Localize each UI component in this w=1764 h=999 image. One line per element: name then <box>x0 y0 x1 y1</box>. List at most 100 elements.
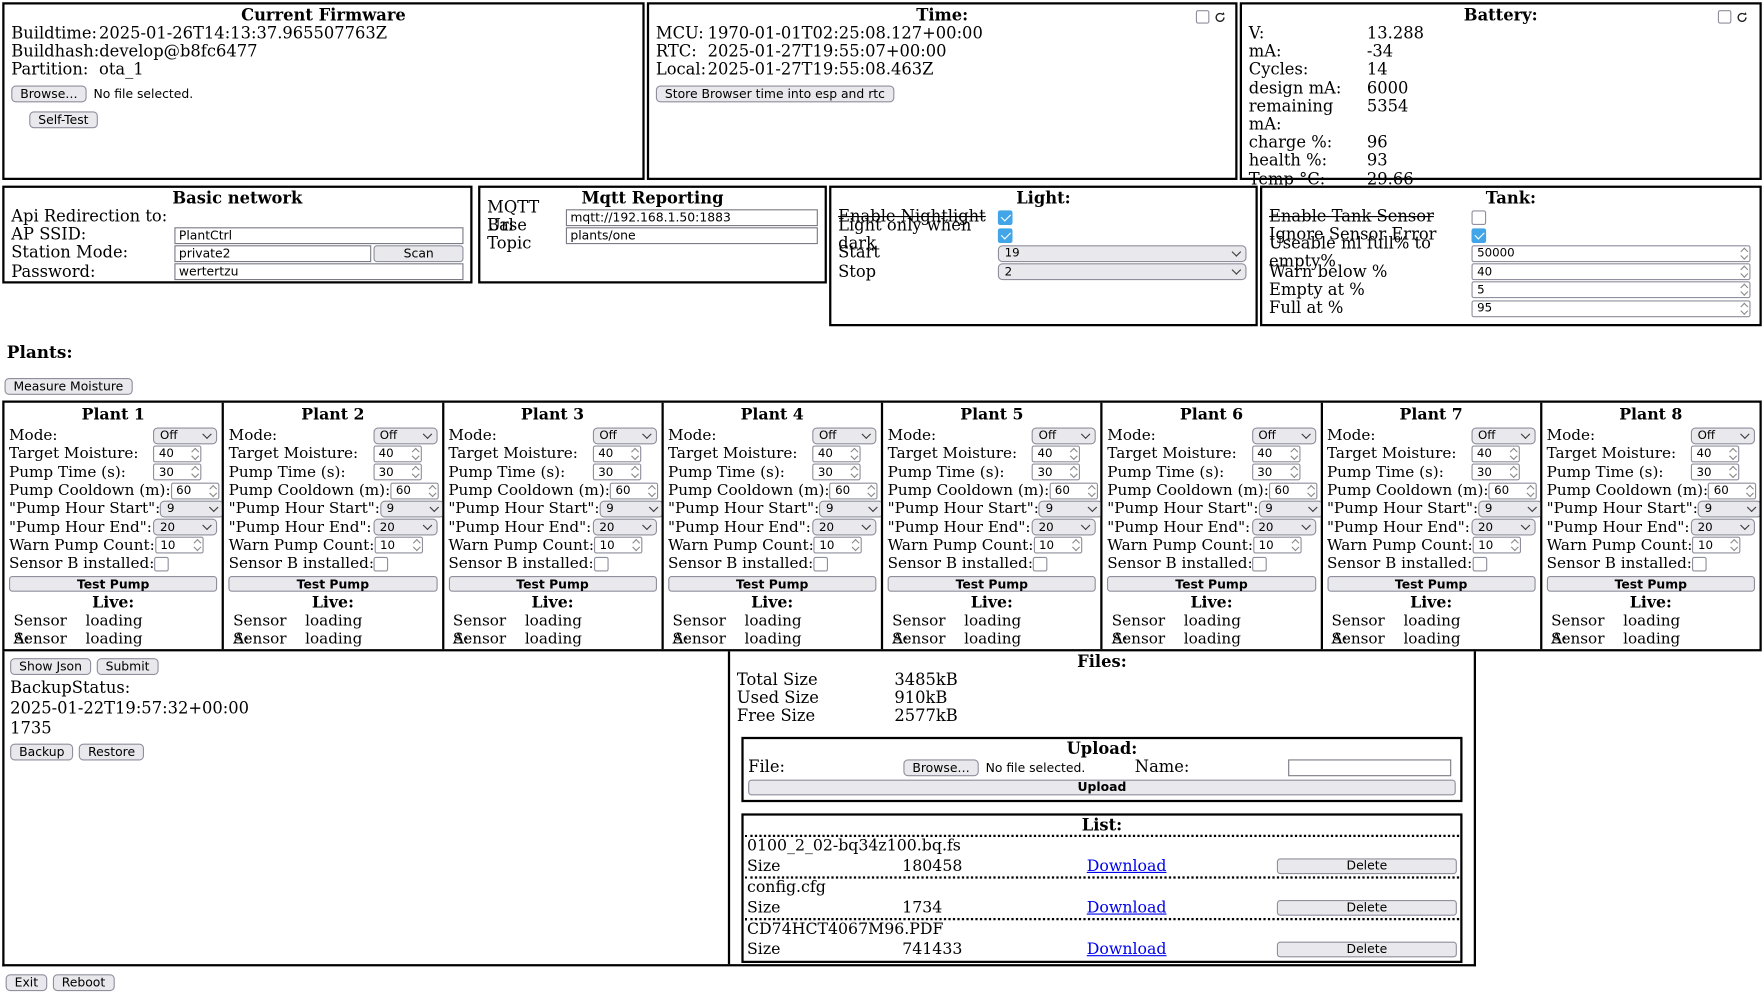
warn-pump-count-input[interactable]: 10 <box>155 537 203 554</box>
spinner-icon[interactable] <box>1511 449 1517 459</box>
pump-hour-end-select[interactable]: 20 <box>593 519 657 536</box>
target-moisture-input[interactable]: 40 <box>373 445 421 462</box>
spinner-icon[interactable] <box>1732 540 1738 550</box>
mqtt-url-input[interactable]: mqtt://192.168.1.50:1883 <box>566 209 818 226</box>
nightlight-checkbox[interactable] <box>998 210 1013 225</box>
target-moisture-input[interactable]: 40 <box>812 445 860 462</box>
pump-hour-end-select[interactable]: 20 <box>1032 519 1096 536</box>
pump-cooldown-input[interactable]: 60 <box>171 482 219 499</box>
ap-ssid-input[interactable]: PlantCtrl <box>174 227 463 244</box>
pump-time-input[interactable]: 30 <box>812 464 860 481</box>
target-moisture-input[interactable]: 40 <box>1691 445 1739 462</box>
spinner-icon[interactable] <box>852 467 858 477</box>
spinner-icon[interactable] <box>632 449 638 459</box>
mode-select[interactable]: Off <box>153 427 217 444</box>
pump-hour-end-select[interactable]: 20 <box>1252 519 1316 536</box>
download-link[interactable]: Download <box>1087 857 1167 875</box>
warn-pump-count-input[interactable]: 10 <box>1473 537 1521 554</box>
warn-pump-count-input[interactable]: 10 <box>374 537 422 554</box>
spinner-icon[interactable] <box>1308 485 1314 495</box>
upload-name-input[interactable] <box>1288 759 1451 776</box>
sensor-b-installed-checkbox[interactable] <box>594 557 609 572</box>
pump-hour-end-select[interactable]: 20 <box>1691 519 1755 536</box>
pump-hour-start-select[interactable]: 9 <box>380 500 444 517</box>
pump-cooldown-input[interactable]: 60 <box>1708 482 1756 499</box>
warn-pump-count-input[interactable]: 10 <box>1033 537 1081 554</box>
pump-cooldown-input[interactable]: 60 <box>1269 482 1317 499</box>
test-pump-button[interactable]: Test Pump <box>1327 576 1535 592</box>
tank-enable-checkbox[interactable] <box>1472 210 1487 225</box>
test-pump-button[interactable]: Test Pump <box>1547 576 1755 592</box>
pump-cooldown-input[interactable]: 60 <box>390 482 438 499</box>
spinner-icon[interactable] <box>1071 449 1077 459</box>
test-pump-button[interactable]: Test Pump <box>888 576 1096 592</box>
warn-pump-count-input[interactable]: 10 <box>814 537 862 554</box>
pump-hour-start-select[interactable]: 9 <box>160 500 224 517</box>
pump-hour-start-select[interactable]: 9 <box>819 500 883 517</box>
sensor-b-installed-checkbox[interactable] <box>1033 557 1048 572</box>
spinner-icon[interactable] <box>412 449 418 459</box>
pump-time-input[interactable]: 30 <box>1252 464 1300 481</box>
spinner-icon[interactable] <box>1742 285 1748 295</box>
spinner-icon[interactable] <box>1730 449 1736 459</box>
delete-button[interactable]: Delete <box>1277 941 1457 957</box>
target-moisture-input[interactable]: 40 <box>153 445 201 462</box>
spinner-icon[interactable] <box>1071 467 1077 477</box>
scan-button[interactable]: Scan <box>374 245 464 262</box>
pump-hour-end-select[interactable]: 20 <box>153 519 217 536</box>
pump-time-input[interactable]: 30 <box>153 464 201 481</box>
sensor-b-installed-checkbox[interactable] <box>1692 557 1707 572</box>
firmware-browse-button[interactable]: Browse… <box>11 85 86 102</box>
refresh-icon[interactable] <box>1214 11 1226 23</box>
sensor-b-installed-checkbox[interactable] <box>154 557 169 572</box>
mode-select[interactable]: Off <box>373 427 437 444</box>
tank-full-input[interactable]: 95 <box>1472 300 1751 317</box>
test-pump-button[interactable]: Test Pump <box>229 576 437 592</box>
test-pump-button[interactable]: Test Pump <box>668 576 876 592</box>
warn-pump-count-input[interactable]: 10 <box>594 537 642 554</box>
download-link[interactable]: Download <box>1087 940 1167 958</box>
spinner-icon[interactable] <box>1742 249 1748 259</box>
password-input[interactable]: wertertzu <box>174 263 463 280</box>
reboot-button[interactable]: Reboot <box>53 974 115 991</box>
pump-hour-start-select[interactable]: 9 <box>1698 500 1760 517</box>
base-topic-input[interactable]: plants/one <box>566 227 818 244</box>
spinner-icon[interactable] <box>194 540 200 550</box>
spinner-icon[interactable] <box>649 485 655 495</box>
pump-hour-start-select[interactable]: 9 <box>1478 500 1542 517</box>
spinner-icon[interactable] <box>1089 485 1095 495</box>
pump-cooldown-input[interactable]: 60 <box>830 482 878 499</box>
spinner-icon[interactable] <box>1291 449 1297 459</box>
mode-select[interactable]: Off <box>812 427 876 444</box>
spinner-icon[interactable] <box>430 485 436 495</box>
spinner-icon[interactable] <box>1511 467 1517 477</box>
target-moisture-input[interactable]: 40 <box>1471 445 1519 462</box>
mode-select[interactable]: Off <box>1252 427 1316 444</box>
spinner-icon[interactable] <box>1512 540 1518 550</box>
show-json-button[interactable]: Show Json <box>10 658 91 675</box>
tank-useable-input[interactable]: 50000 <box>1472 245 1751 262</box>
pump-hour-start-select[interactable]: 9 <box>600 500 664 517</box>
spinner-icon[interactable] <box>853 540 859 550</box>
warn-pump-count-input[interactable]: 10 <box>1253 537 1301 554</box>
spinner-icon[interactable] <box>1730 467 1736 477</box>
test-pump-button[interactable]: Test Pump <box>9 576 217 592</box>
upload-button[interactable]: Upload <box>748 779 1456 795</box>
only-dark-checkbox[interactable] <box>998 228 1013 243</box>
mode-select[interactable]: Off <box>1032 427 1096 444</box>
spinner-icon[interactable] <box>193 467 199 477</box>
pump-time-input[interactable]: 30 <box>593 464 641 481</box>
battery-auto-refresh-checkbox[interactable] <box>1718 10 1732 24</box>
upload-browse-button[interactable]: Browse… <box>903 759 978 776</box>
self-test-button[interactable]: Self-Test <box>29 111 97 128</box>
spinner-icon[interactable] <box>869 485 875 495</box>
target-moisture-input[interactable]: 40 <box>1252 445 1300 462</box>
spinner-icon[interactable] <box>1748 485 1754 495</box>
spinner-icon[interactable] <box>412 467 418 477</box>
tank-empty-input[interactable]: 5 <box>1472 282 1751 299</box>
target-moisture-input[interactable]: 40 <box>1032 445 1080 462</box>
spinner-icon[interactable] <box>1291 467 1297 477</box>
mode-select[interactable]: Off <box>593 427 657 444</box>
tank-warn-input[interactable]: 40 <box>1472 263 1751 280</box>
sensor-b-installed-checkbox[interactable] <box>1472 557 1487 572</box>
